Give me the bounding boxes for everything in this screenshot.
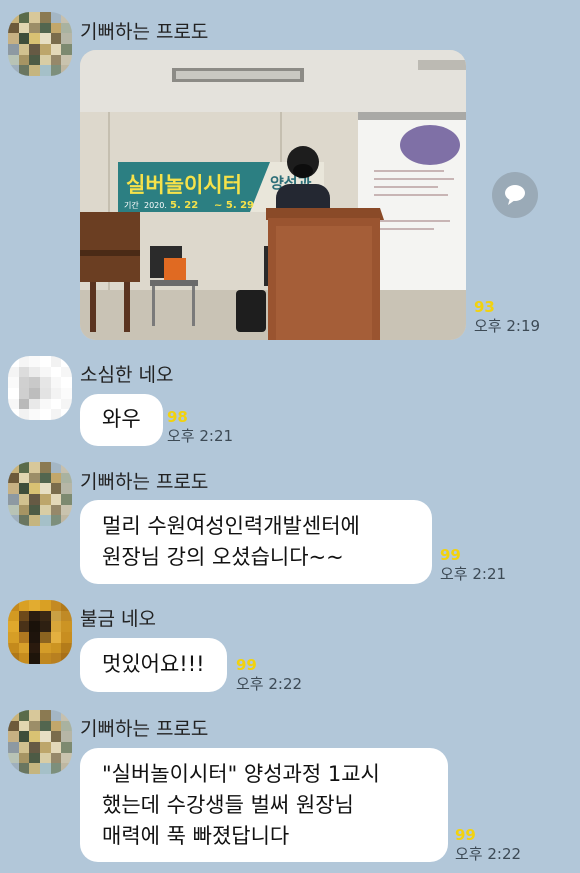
unread-count: 99 xyxy=(455,826,476,844)
banner-title: 실버놀이시터 xyxy=(126,173,242,197)
unread-count: 98 xyxy=(167,408,188,426)
sender-name: 소심한 네오 xyxy=(80,364,174,386)
unread-count: 99 xyxy=(236,656,257,674)
sender-name: 기뻐하는 프로도 xyxy=(80,718,209,740)
avatar[interactable] xyxy=(8,12,72,76)
message-meta: 99 오후 2:22 xyxy=(236,656,302,694)
message-bubble[interactable]: 멋있어요!!! xyxy=(80,638,227,692)
timestamp: 오후 2:22 xyxy=(236,675,303,693)
message-bubble[interactable]: 와우 xyxy=(80,394,163,446)
banner-end: ~ 5. 29 xyxy=(214,200,254,211)
message-meta: 98 오후 2:21 xyxy=(167,408,233,446)
unread-count: 99 xyxy=(440,546,461,564)
message-bubble[interactable]: "실버놀이시터" 양성과정 1교시 했는데 수강생들 벌써 원장님 매력에 푹 … xyxy=(80,748,448,862)
sender-name: 기뻐하는 프로도 xyxy=(80,21,209,43)
share-button[interactable] xyxy=(492,172,538,218)
sender-name: 불금 네오 xyxy=(80,608,156,630)
message-line: 했는데 수강생들 벌써 원장님 xyxy=(102,793,354,817)
timestamp: 오후 2:21 xyxy=(440,565,507,583)
message-line: 원장님 강의 오셨습니다~~ xyxy=(102,545,344,569)
timestamp: 오후 2:22 xyxy=(455,845,522,863)
avatar[interactable] xyxy=(8,356,72,420)
avatar[interactable] xyxy=(8,600,72,664)
banner-year: 2020. xyxy=(144,201,167,210)
message-meta: 93 오후 2:19 xyxy=(474,298,540,336)
timestamp: 오후 2:19 xyxy=(474,317,541,335)
message-bubble[interactable]: 멀리 수원여성인력개발센터에 원장님 강의 오셨습니다~~ xyxy=(80,500,432,584)
message-meta: 99 오후 2:21 xyxy=(440,546,506,584)
message-text: 멋있어요!!! xyxy=(102,652,205,676)
message-line: 매력에 푹 빠졌답니다 xyxy=(102,824,290,848)
message-text: 와우 xyxy=(102,407,141,431)
shared-photo[interactable]: 실버놀이시터 양성과 기간 2020. 5. 22 ~ 5. 29 xyxy=(80,50,466,340)
sender-name: 기뻐하는 프로도 xyxy=(80,471,209,493)
photo-image: 실버놀이시터 양성과 기간 2020. 5. 22 ~ 5. 29 xyxy=(80,50,466,340)
banner-start: 5. 22 xyxy=(170,200,198,211)
banner-period-label: 기간 xyxy=(124,200,139,210)
unread-count: 93 xyxy=(474,298,495,316)
speech-bubble-icon xyxy=(505,185,525,205)
message-meta: 99 오후 2:22 xyxy=(455,826,521,864)
message-line: "실버놀이시터" 양성과정 1교시 xyxy=(102,762,380,786)
avatar[interactable] xyxy=(8,462,72,526)
timestamp: 오후 2:21 xyxy=(167,427,234,445)
message-line: 멀리 수원여성인력개발센터에 xyxy=(102,514,360,538)
avatar[interactable] xyxy=(8,710,72,774)
